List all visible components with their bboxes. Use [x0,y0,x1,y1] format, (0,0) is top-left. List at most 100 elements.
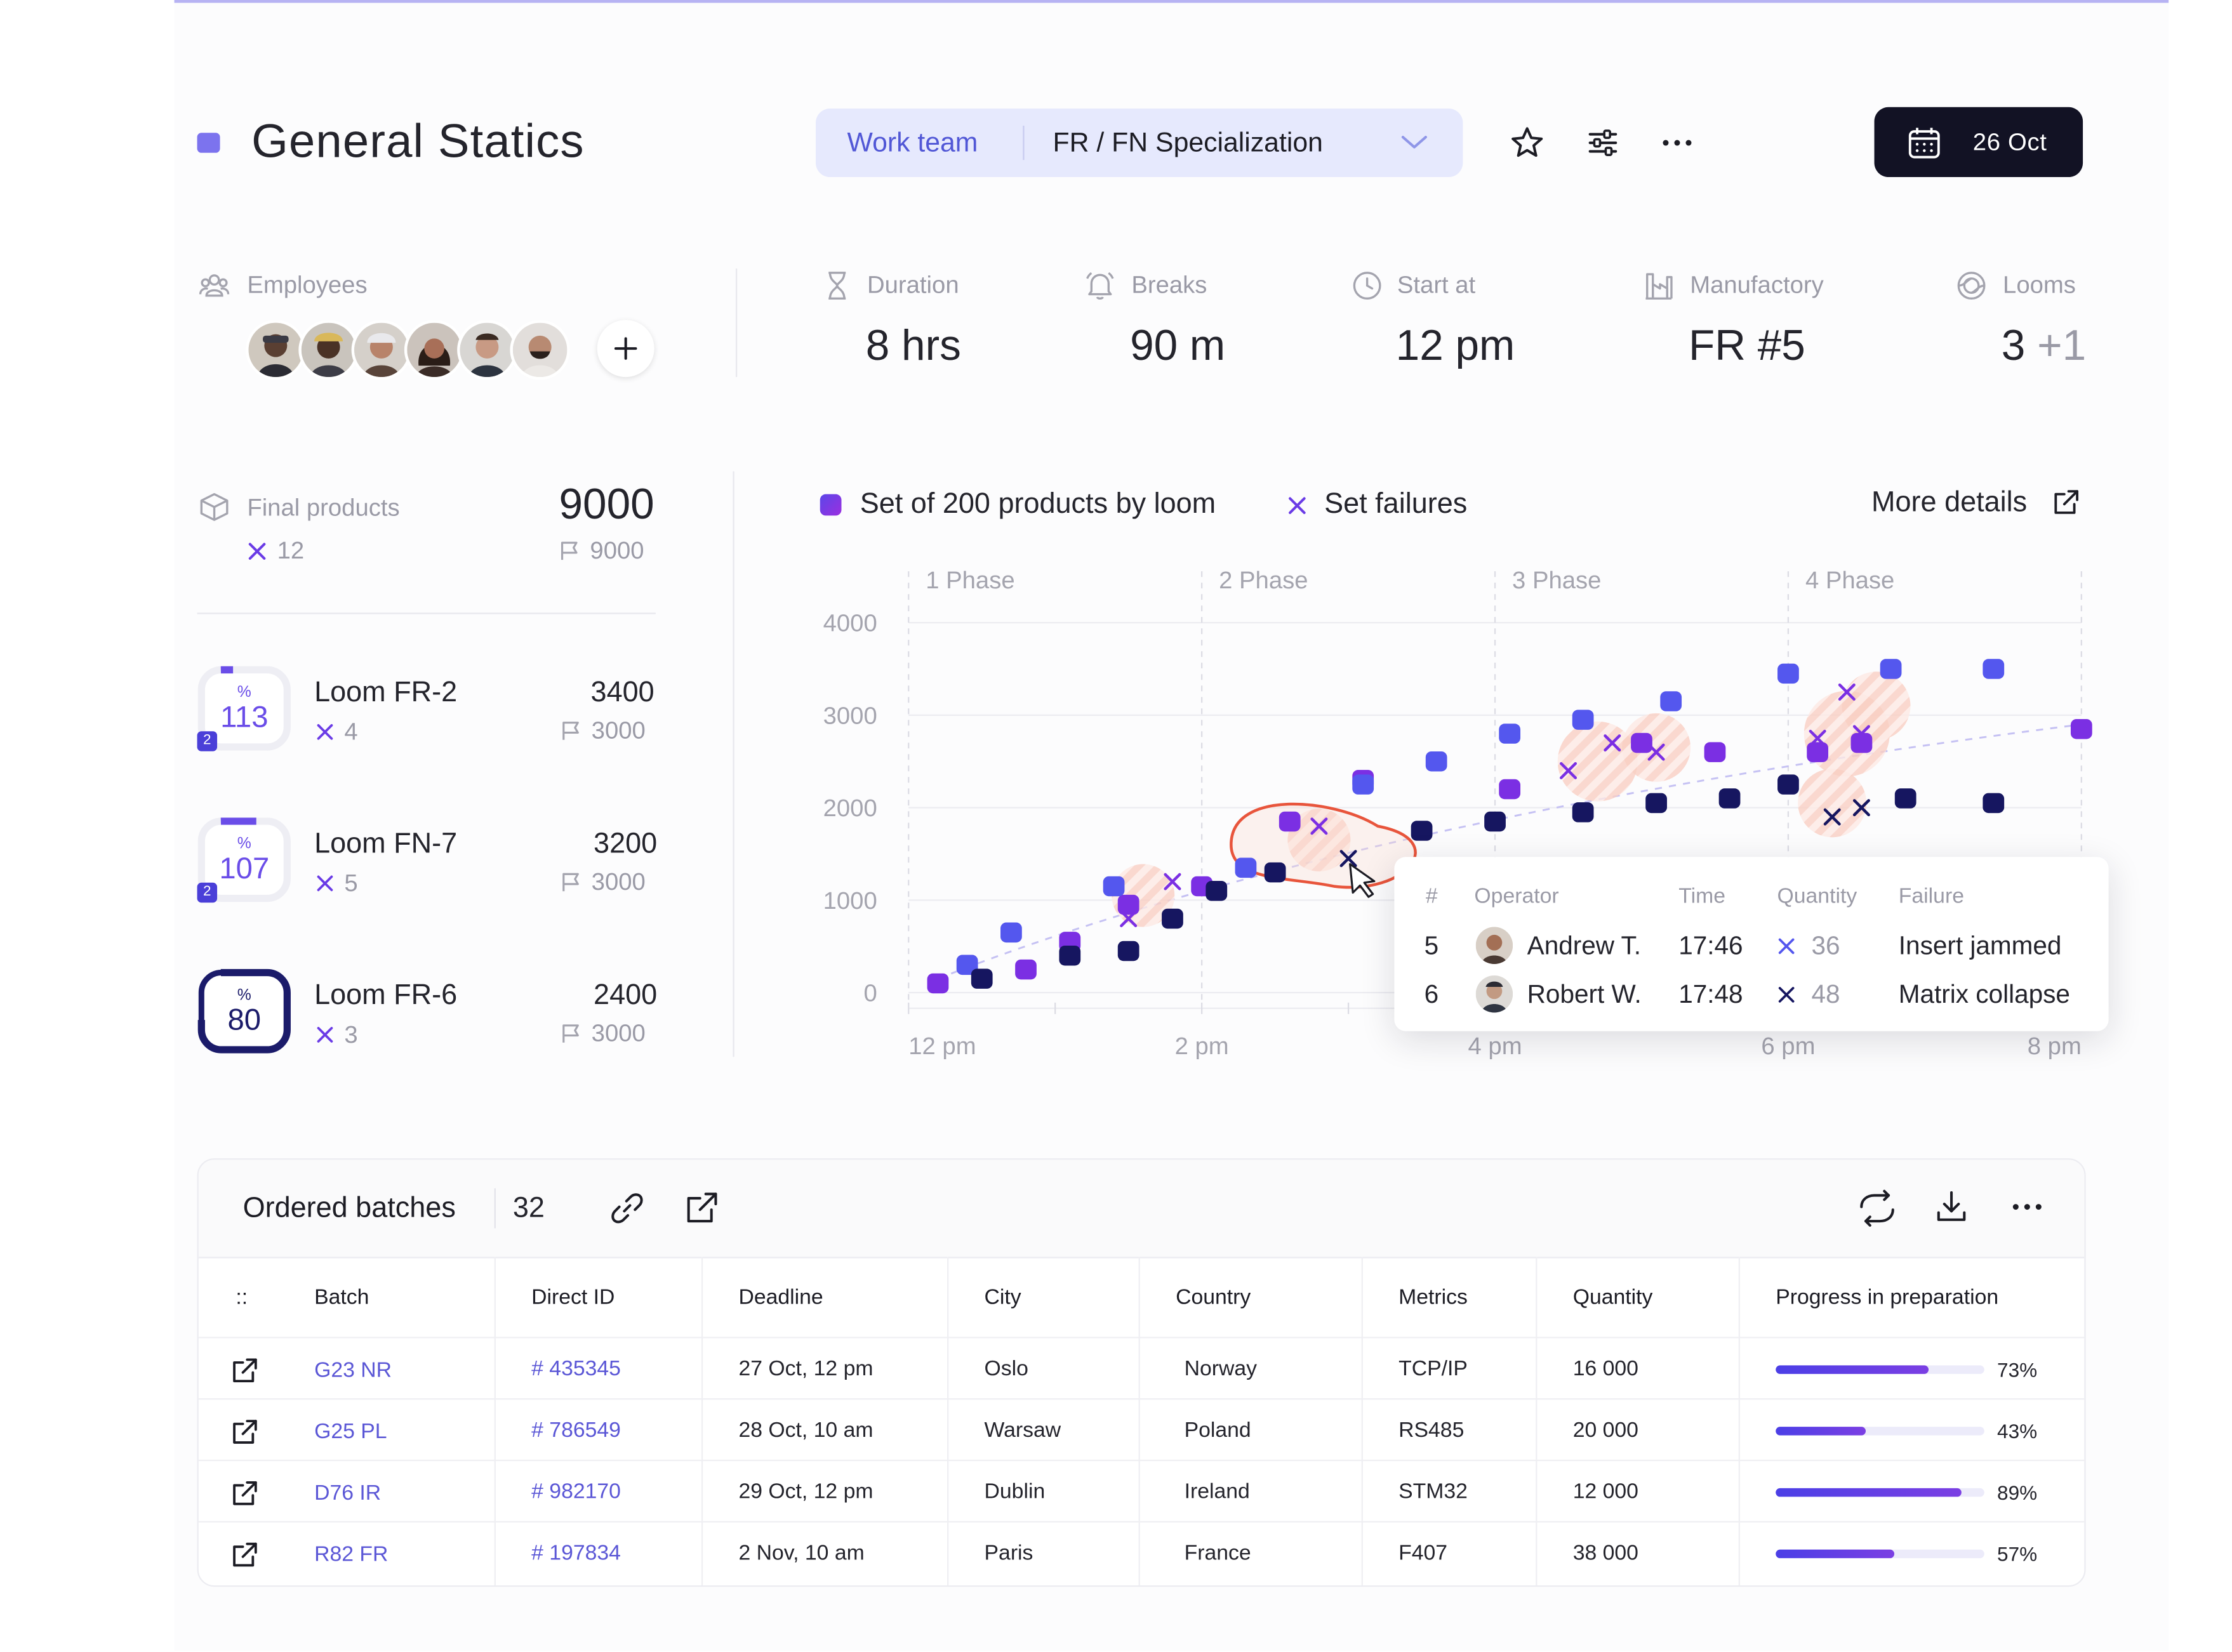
country-cell: Ireland [1184,1479,1250,1504]
column-divider [1738,1257,1740,1585]
phase-label: 3 Phase [1512,567,1601,594]
column-header-country[interactable]: Country [1176,1285,1251,1309]
tooltip-row-quantity: 48 [1811,979,1840,1008]
y-tick-label: 0 [863,980,877,1007]
data-point [1117,941,1139,961]
progress-percent: 57% [1997,1542,2038,1566]
avatar [1475,975,1513,1013]
x-tick-label: 6 pm [1761,1033,1815,1060]
data-point [1572,802,1594,823]
direct-id-link[interactable]: # 786549 [531,1418,621,1443]
data-point [1235,857,1257,878]
progress-bar-fill [1776,1549,1895,1559]
progress-bar [1776,1549,1984,1559]
table-toolbar: Ordered batches 32 [198,1160,2085,1259]
open-row-icon[interactable] [230,1541,258,1569]
direct-id-link[interactable]: # 435345 [531,1357,621,1381]
tooltip-row-operator: Andrew T. [1527,931,1642,960]
tooltip-header-num: # [1425,883,1438,909]
tooltip-row-failure: Insert jammed [1898,931,2062,960]
column-divider [494,1257,496,1585]
ordered-batches-table: Ordered batches 32 :: Batch Direct ID De… [197,1158,2086,1587]
avatar [1475,927,1513,965]
data-point [1425,751,1447,772]
data-point [1279,811,1301,832]
data-point [1850,732,1873,753]
data-point [1645,793,1667,814]
table-title-separator [494,1188,496,1229]
failure-x-icon [1778,987,1795,1003]
data-point [1499,724,1521,744]
external-link-icon[interactable] [683,1190,721,1227]
x-tick-label: 2 pm [1175,1033,1229,1060]
city-cell: Oslo [984,1356,1028,1382]
data-point [1894,788,1916,809]
data-point [1777,663,1799,684]
batch-link[interactable]: D76 IR [314,1481,381,1505]
progress-percent: 43% [1997,1419,2038,1443]
data-point [1983,659,2005,679]
city-cell: Warsaw [984,1418,1061,1443]
open-row-icon[interactable] [230,1357,258,1385]
column-header-metrics[interactable]: Metrics [1398,1285,1468,1309]
x-tick-label: 12 pm [908,1033,976,1060]
table-count: 32 [512,1193,545,1224]
column-header-quantity[interactable]: Quantity [1573,1285,1653,1309]
tooltip-header-failure: Failure [1898,883,1964,909]
y-tick-label: 2000 [823,795,877,822]
country-cell: Norway [1184,1356,1258,1382]
country-cell: France [1184,1541,1251,1566]
column-header-batch[interactable]: Batch [314,1285,369,1309]
batch-link[interactable]: G25 PL [314,1420,387,1444]
dashboard: General Statics Work team FR / FN Specia… [0,0,2231,1651]
column-header-deadline[interactable]: Deadline [738,1285,823,1309]
data-point [1983,793,2005,814]
more-icon[interactable] [2009,1188,2046,1226]
column-header-city[interactable]: City [985,1285,1021,1309]
tooltip-header-operator: Operator [1474,883,1559,909]
data-point [1718,788,1741,809]
progress-bar-fill [1776,1365,1929,1374]
progress-percent: 73% [1997,1358,2038,1382]
data-point [1880,659,1902,679]
link-icon[interactable] [609,1190,646,1227]
table-title: Ordered batches [242,1193,456,1224]
batch-link[interactable]: R82 FR [314,1542,388,1566]
open-row-icon[interactable] [230,1479,258,1508]
progress-bar [1776,1427,1984,1436]
data-point [927,973,949,994]
city-cell: Paris [984,1541,1033,1566]
data-point [1103,876,1125,897]
data-point [1660,691,1682,711]
data-point [1499,779,1521,800]
direct-id-link[interactable]: # 982170 [531,1479,621,1503]
tooltip-row-failure: Matrix collapse [1898,979,2070,1008]
metrics-cell: TCP/IP [1398,1356,1468,1382]
failure-zone [1842,671,1911,741]
direct-id-link[interactable]: # 197834 [531,1541,621,1565]
deadline-cell: 29 Oct, 12 pm [738,1479,874,1504]
row-divider [198,1398,2085,1400]
refresh-icon[interactable] [1856,1188,1899,1228]
progress-bar [1776,1488,1984,1497]
data-point [1206,880,1228,901]
tooltip-row-operator: Robert W. [1527,979,1642,1008]
data-point [1264,862,1286,883]
column-divider [947,1257,949,1585]
progress-bar [1776,1365,1984,1374]
data-point [1777,774,1799,795]
column-header-progress[interactable]: Progress in preparation [1776,1285,1998,1309]
column-divider [1361,1257,1363,1585]
download-icon[interactable] [1933,1188,1970,1226]
open-row-icon[interactable] [230,1418,258,1447]
metrics-cell: F407 [1398,1541,1448,1566]
quantity-cell: 20 000 [1572,1418,1638,1443]
column-header-drag[interactable]: :: [236,1285,248,1309]
quantity-cell: 12 000 [1572,1479,1638,1504]
y-tick-label: 4000 [823,610,877,637]
data-point [1484,811,1506,832]
y-tick-label: 1000 [823,887,877,915]
column-header-direct-id[interactable]: Direct ID [531,1285,614,1309]
country-cell: Poland [1184,1418,1251,1443]
batch-link[interactable]: G23 NR [314,1358,392,1382]
